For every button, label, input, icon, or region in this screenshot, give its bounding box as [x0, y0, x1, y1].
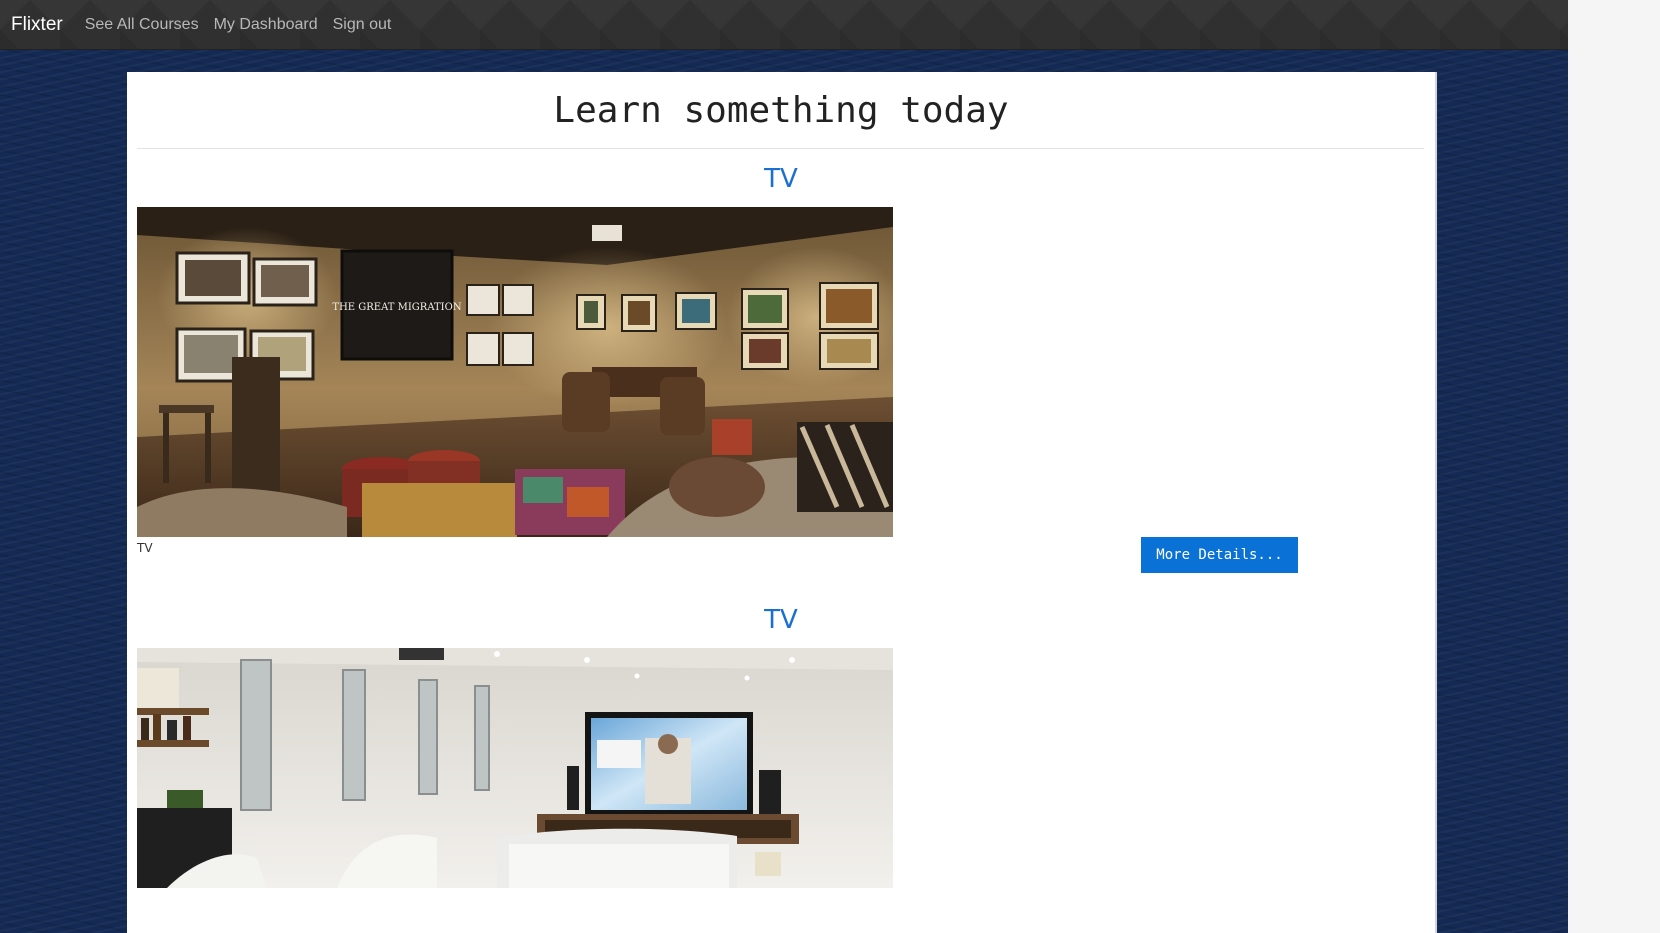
- more-details-button[interactable]: More Details...: [1141, 537, 1298, 573]
- top-navbar: Flixter See All Courses My Dashboard Sig…: [0, 0, 1568, 50]
- title-divider: [137, 148, 1424, 149]
- course-title-link[interactable]: TV: [127, 605, 1435, 635]
- course-image-warm-theater[interactable]: THE GREAT MIGRATION: [137, 207, 893, 537]
- brand-logo-link[interactable]: Flixter: [11, 14, 63, 36]
- nav-sign-out[interactable]: Sign out: [333, 16, 392, 34]
- page-title: Learn something today: [553, 90, 1009, 131]
- course-caption: TV: [137, 541, 153, 555]
- course-image-white-theater[interactable]: [137, 648, 893, 888]
- course-title-link[interactable]: TV: [127, 164, 1435, 194]
- nav-see-all-courses[interactable]: See All Courses: [85, 16, 199, 34]
- content-panel: Learn something today TV THE GREAT MIGRA…: [127, 72, 1435, 933]
- page-background: Learn something today TV THE GREAT MIGRA…: [0, 50, 1568, 933]
- page-margin: [1568, 0, 1660, 933]
- nav-my-dashboard[interactable]: My Dashboard: [214, 16, 318, 34]
- screen-caption: THE GREAT MIGRATION: [332, 302, 461, 313]
